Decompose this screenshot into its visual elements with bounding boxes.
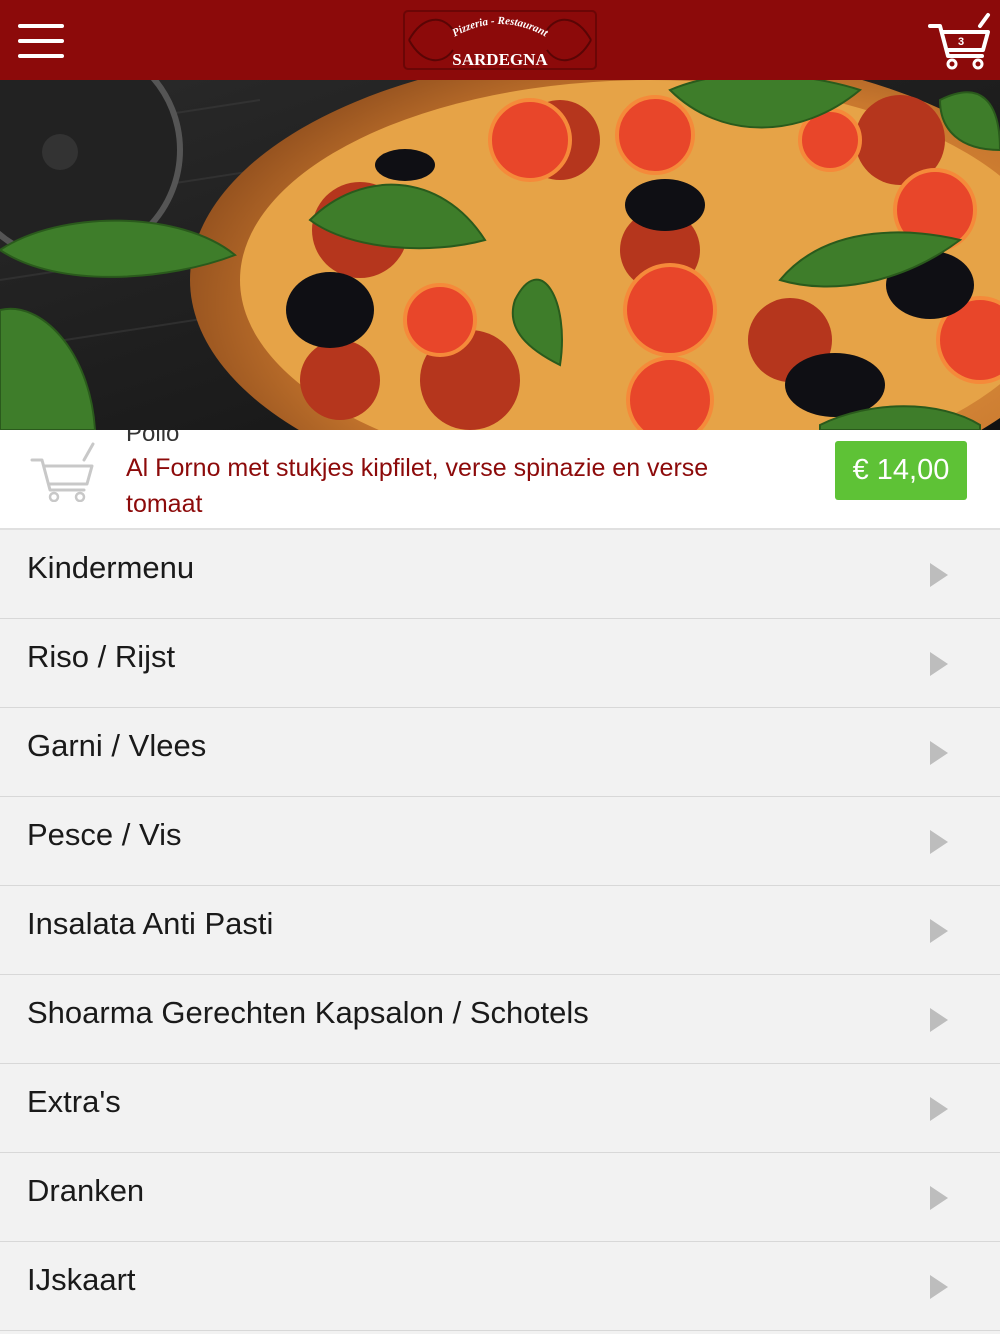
add-to-cart-button[interactable] [30, 442, 98, 503]
cart-count-badge: 3 [957, 36, 965, 48]
logo-name: SARDEGNA [452, 50, 548, 69]
chevron-right-icon [930, 919, 948, 943]
category-label: IJskaart [27, 1262, 136, 1297]
chevron-right-icon [930, 652, 948, 676]
category-item-pesce[interactable]: Pesce / Vis [0, 797, 1000, 886]
chevron-right-icon [930, 741, 948, 765]
chevron-right-icon [930, 563, 948, 587]
menu-icon[interactable] [18, 24, 64, 58]
featured-item-card: Pollo Al Forno met stukjes kipfilet, ver… [0, 430, 1000, 530]
category-label: Dranken [27, 1173, 145, 1208]
svg-text:Pizzeria - Restaurant: Pizzeria - Restaurant [450, 15, 550, 40]
category-label: Insalata Anti Pasti [27, 906, 274, 941]
category-item-ijskaart[interactable]: IJskaart [0, 1242, 1000, 1331]
chevron-right-icon [930, 1008, 948, 1032]
category-item-insalata[interactable]: Insalata Anti Pasti [0, 886, 1000, 975]
pizza-illustration [0, 80, 1000, 430]
chevron-right-icon [930, 1186, 948, 1210]
category-label: Kindermenu [27, 550, 195, 585]
restaurant-logo[interactable]: Pizzeria - Restaurant SARDEGNA [403, 10, 597, 70]
category-label: Shoarma Gerechten Kapsalon / Schotels [27, 995, 589, 1030]
category-label: Pesce / Vis [27, 817, 182, 852]
item-name: Pollo [126, 430, 180, 447]
chevron-right-icon [930, 1275, 948, 1299]
top-bar: Pizzeria - Restaurant SARDEGNA 3 [0, 0, 1000, 80]
cart-icon [30, 442, 95, 503]
chevron-right-icon [930, 1097, 948, 1121]
category-list: Kindermenu Riso / Rijst Garni / Vlees Pe… [0, 530, 1000, 1331]
hero-image [0, 80, 1000, 430]
category-item-kindermenu[interactable]: Kindermenu [0, 530, 1000, 619]
category-item-extras[interactable]: Extra's [0, 1064, 1000, 1153]
category-label: Riso / Rijst [27, 639, 176, 674]
category-item-riso[interactable]: Riso / Rijst [0, 619, 1000, 708]
category-item-garni[interactable]: Garni / Vlees [0, 708, 1000, 797]
logo-top-text: Pizzeria - Restaurant [450, 15, 550, 40]
category-label: Extra's [27, 1084, 121, 1119]
price-button[interactable]: € 14,00 [835, 441, 967, 500]
category-item-dranken[interactable]: Dranken [0, 1153, 1000, 1242]
category-item-shoarma[interactable]: Shoarma Gerechten Kapsalon / Schotels [0, 975, 1000, 1064]
chevron-right-icon [930, 830, 948, 854]
category-label: Garni / Vlees [27, 728, 207, 763]
item-description: Al Forno met stukjes kipfilet, verse spi… [126, 454, 709, 518]
cart-button[interactable]: 3 [928, 12, 994, 70]
